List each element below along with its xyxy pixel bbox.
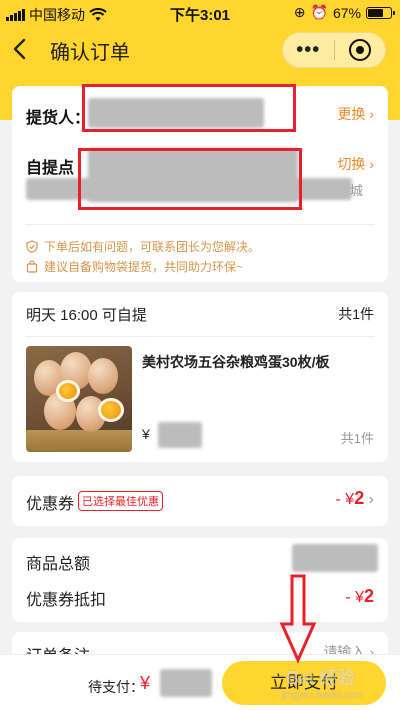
product-quantity: 共1件 (340, 431, 374, 446)
battery-level (368, 8, 383, 17)
battery-icon (366, 6, 395, 19)
pickup-point-label: 自提点 (26, 160, 75, 177)
pay-currency: ¥ (140, 673, 151, 693)
switch-point-link[interactable]: 切换 › (337, 154, 374, 174)
chevron-right-icon: › (369, 106, 374, 122)
coupon-label: 优惠券 (26, 496, 75, 513)
battery-percent: 67% (332, 4, 361, 21)
target-icon (348, 39, 371, 61)
mini-program-capsule: ••• (282, 32, 386, 68)
coupon-deduction-amount: 2 (363, 586, 374, 606)
product-price-redacted (158, 422, 202, 448)
annotation-arrow-icon (279, 574, 317, 664)
pay-amount-redacted (160, 669, 212, 697)
note-contact: 下单后如有问题，可联系团长为您解决。 (26, 238, 260, 255)
pickup-time: 明天 16:00 可自提 (26, 307, 147, 324)
annotation-box-person (82, 84, 296, 132)
coupon-deduction-label: 优惠券抵扣 (26, 592, 107, 609)
rotation-lock-icon: ⊕ (293, 4, 306, 20)
coupon-tag: 已选择最佳优惠 (78, 491, 163, 511)
chevron-left-icon (13, 38, 26, 60)
change-person-label: 更换 (337, 106, 366, 122)
close-button[interactable] (334, 39, 385, 61)
watermark-logo: Bai 经验 jingyan.baidu.com (256, 664, 396, 708)
switch-point-label: 切换 (337, 156, 366, 172)
more-button[interactable]: ••• (283, 40, 334, 60)
status-bar: 中国移动 下午3:01 ⊕ ⏰ 67% (0, 0, 400, 28)
bag-icon (26, 260, 38, 273)
product-price-prefix: ¥ (142, 426, 150, 442)
coupon-deduction-prefix: - ¥ (345, 589, 364, 606)
product-card: 明天 16:00 可自提 共1件 美村农场五谷杂粮鸡蛋30枚/板 ¥ 共1件 (12, 292, 388, 462)
coupon-value: - ¥2 › (336, 488, 374, 509)
page-title: 确认订单 (50, 42, 130, 64)
watermark-main: Bai 经验 (286, 668, 356, 688)
coupon-value-prefix: - ¥ (335, 491, 355, 508)
shield-check-icon (26, 240, 38, 253)
coupon-value-amount: 2 (354, 488, 365, 508)
ellipsis-icon: ••• (296, 39, 321, 61)
goods-total-label: 商品总额 (26, 556, 91, 573)
pickup-person-label: 提货人： (26, 110, 91, 127)
totals-card: 商品总额 优惠券抵扣 - ¥2 (12, 538, 388, 622)
product-image[interactable] (26, 346, 132, 452)
note-contact-text: 下单后如有问题，可联系团长为您解决。 (44, 240, 261, 254)
status-right: ⊕ ⏰ 67% (293, 4, 395, 21)
pickup-address-fragment: 城 (350, 183, 364, 198)
item-count: 共1件 (338, 306, 374, 322)
note-bag: 建议自备购物袋提货，共同助力环保~ (26, 258, 243, 275)
chevron-right-icon: › (369, 156, 374, 172)
alarm-icon: ⏰ (310, 4, 328, 20)
goods-total-redacted (292, 544, 378, 572)
product-name: 美村农场五谷杂粮鸡蛋30枚/板 (142, 354, 330, 370)
annotation-box-point (78, 148, 302, 210)
nav-bar: 确认订单 ••• (0, 28, 400, 72)
back-button[interactable] (12, 34, 38, 64)
chevron-right-icon: › (368, 491, 374, 508)
note-bag-text: 建议自备购物袋提货，共同助力环保~ (44, 260, 244, 274)
pay-label: 待支付： (88, 679, 144, 695)
watermark-sub: jingyan.baidu.com (282, 690, 363, 701)
divider (26, 224, 374, 225)
coupon-card[interactable]: 优惠券 已选择最佳优惠 - ¥2 › (12, 476, 388, 526)
change-person-link[interactable]: 更换 › (337, 104, 374, 124)
pickup-card: 提货人： 更换 › 自提点 切换 › 城 下单后如有问题，可联系团长为您解决。 … (12, 84, 388, 282)
divider (26, 336, 374, 337)
coupon-deduction-value: - ¥2 (345, 586, 374, 607)
